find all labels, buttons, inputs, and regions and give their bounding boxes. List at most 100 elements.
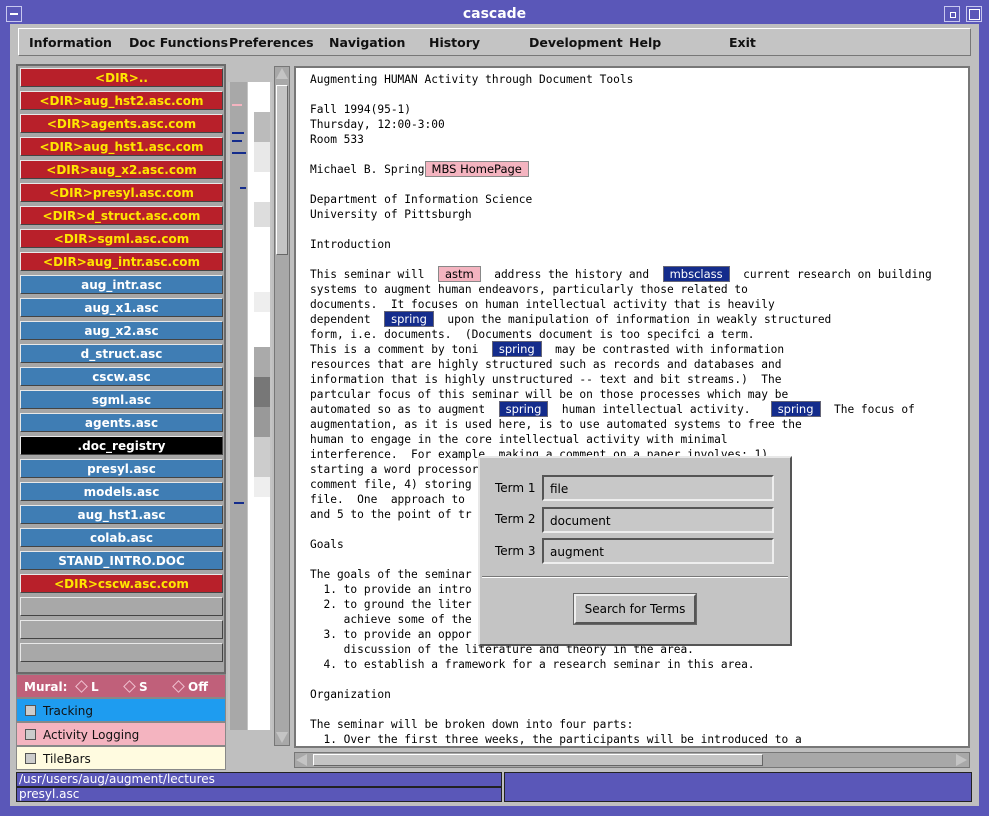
annotation-link[interactable]: spring — [491, 341, 542, 357]
document-text-segment: partcular focus of this seminar will be … — [310, 388, 789, 401]
menu-history[interactable]: History — [429, 35, 480, 50]
file-button[interactable]: aug_hst1.asc — [20, 505, 223, 524]
document-line: partcular focus of this seminar will be … — [310, 387, 932, 402]
file-button[interactable]: d_struct.asc — [20, 344, 223, 363]
tilebars-toggle[interactable]: TileBars — [16, 746, 226, 770]
maximize-button[interactable] — [966, 6, 982, 22]
document-text-segment: Room 533 — [310, 133, 364, 146]
directory-button[interactable]: <DIR>cscw.asc.com — [20, 574, 223, 593]
status-panel — [504, 772, 972, 802]
annotation-link[interactable]: spring — [384, 311, 434, 327]
file-button[interactable]: agents.asc — [20, 413, 223, 432]
file-list-empty-slot — [20, 597, 223, 616]
document-line: Augmenting HUMAN Activity through Docume… — [310, 72, 932, 87]
document-line: Michael B. Spring MBS HomePage — [310, 161, 932, 177]
annotation-link[interactable]: spring — [770, 401, 821, 417]
document-text-segment: form, i.e. documents. (Documents documen… — [310, 328, 755, 341]
directory-button[interactable]: <DIR>aug_hst2.asc.com — [20, 91, 223, 110]
directory-button[interactable]: <DIR>sgml.asc.com — [20, 229, 223, 248]
mural-option-l[interactable]: L — [75, 680, 99, 694]
document-vertical-scrollbar[interactable] — [274, 66, 290, 746]
document-line: information that is highly unstructured … — [310, 372, 932, 387]
menu-development[interactable]: Development — [529, 35, 623, 50]
menu-help[interactable]: Help — [629, 35, 661, 50]
document-text-segment: human intellectual activity. — [548, 403, 771, 416]
scroll-left-arrow-icon[interactable] — [296, 754, 307, 766]
menu-bar: Information Doc Functions Preferences Na… — [18, 28, 971, 56]
document-text-segment: upon the manipulation of information in … — [433, 313, 832, 326]
annotation-link[interactable]: spring — [498, 401, 549, 417]
menu-doc-functions[interactable]: Doc Functions — [129, 35, 228, 50]
menu-exit[interactable]: Exit — [729, 35, 756, 50]
annotation-link[interactable]: mbsclass — [662, 266, 730, 282]
document-text-segment: address the history and — [480, 268, 663, 281]
vertical-scroll-thumb[interactable] — [276, 85, 288, 255]
directory-button[interactable]: <DIR>presyl.asc.com — [20, 183, 223, 202]
radio-diamond-icon — [75, 680, 88, 693]
document-text-segment: and 5 to the point of tr — [310, 508, 472, 521]
directory-button[interactable]: <DIR>d_struct.asc.com — [20, 206, 223, 225]
document-text-segment: systems to augment human endeavors, part… — [310, 283, 748, 296]
document-horizontal-scrollbar[interactable] — [294, 752, 970, 768]
document-line: 4. to establish a framework for a resear… — [310, 657, 932, 672]
menu-navigation[interactable]: Navigation — [329, 35, 405, 50]
file-button[interactable]: aug_x2.asc — [20, 321, 223, 340]
document-overview-mural[interactable] — [228, 82, 272, 730]
minimize-button[interactable] — [944, 6, 960, 22]
file-list-empty-slot — [20, 643, 223, 662]
document-text-segment: Goals — [310, 538, 344, 551]
file-button[interactable]: .doc_registry — [20, 436, 223, 455]
menu-information[interactable]: Information — [29, 35, 112, 50]
search-for-terms-button[interactable]: Search for Terms — [573, 593, 697, 625]
document-line: dependent spring upon the manipulation o… — [310, 311, 932, 327]
scroll-right-arrow-icon[interactable] — [956, 754, 967, 766]
term-2-input[interactable]: document — [542, 507, 774, 533]
horizontal-scroll-thumb[interactable] — [313, 754, 763, 766]
annotation-link[interactable]: astm — [437, 266, 481, 282]
file-button[interactable]: presyl.asc — [20, 459, 223, 478]
directory-button[interactable]: <DIR>aug_intr.asc.com — [20, 252, 223, 271]
file-button[interactable]: aug_intr.asc — [20, 275, 223, 294]
mural-option-s[interactable]: S — [123, 680, 148, 694]
document-text-segment: Fall 1994(95-1) — [310, 103, 412, 116]
document-line: Fall 1994(95-1) — [310, 102, 932, 117]
directory-button[interactable]: <DIR>aug_x2.asc.com — [20, 160, 223, 179]
file-button[interactable]: colab.asc — [20, 528, 223, 547]
term-1-label: Term 1 — [495, 481, 536, 495]
term-1-input[interactable]: file — [542, 475, 774, 501]
term-search-dialog: Term 1 file Term 2 document Term 3 augme… — [478, 456, 792, 646]
document-text-segment: Thursday, 12:00-3:00 — [310, 118, 445, 131]
directory-button[interactable]: <DIR>.. — [20, 68, 223, 87]
tracking-toggle[interactable]: Tracking — [16, 698, 226, 722]
document-text-segment: Michael B. Spring — [310, 163, 425, 176]
file-button[interactable]: aug_x1.asc — [20, 298, 223, 317]
document-line: form, i.e. documents. (Documents documen… — [310, 327, 932, 342]
document-text-segment: human to engage in the core intellectual… — [310, 433, 728, 446]
annotation-link[interactable]: MBS HomePage — [424, 161, 529, 177]
scroll-up-arrow-icon[interactable] — [276, 68, 288, 79]
term-3-input[interactable]: augment — [542, 538, 774, 564]
file-button[interactable]: sgml.asc — [20, 390, 223, 409]
menu-preferences[interactable]: Preferences — [229, 35, 314, 50]
scroll-down-arrow-icon[interactable] — [276, 732, 288, 743]
directory-button[interactable]: <DIR>agents.asc.com — [20, 114, 223, 133]
status-file: presyl.asc — [16, 787, 502, 802]
document-line: Introduction — [310, 237, 932, 252]
file-button[interactable]: cscw.asc — [20, 367, 223, 386]
overview-scrollbar[interactable] — [230, 82, 247, 730]
document-text-segment: 4. to establish a framework for a resear… — [310, 658, 755, 671]
file-button[interactable]: STAND_INTRO.DOC — [20, 551, 223, 570]
directory-button[interactable]: <DIR>aug_hst1.asc.com — [20, 137, 223, 156]
document-line: 1. Over the first three weeks, the parti… — [310, 732, 932, 746]
checkbox-icon — [25, 705, 36, 716]
document-text-segment: information that is highly unstructured … — [310, 373, 782, 386]
activity-logging-toggle[interactable]: Activity Logging — [16, 722, 226, 746]
mural-option-off[interactable]: Off — [172, 680, 208, 694]
radio-diamond-icon — [172, 680, 185, 693]
file-button[interactable]: models.asc — [20, 482, 223, 501]
document-line: human to engage in the core intellectual… — [310, 432, 932, 447]
